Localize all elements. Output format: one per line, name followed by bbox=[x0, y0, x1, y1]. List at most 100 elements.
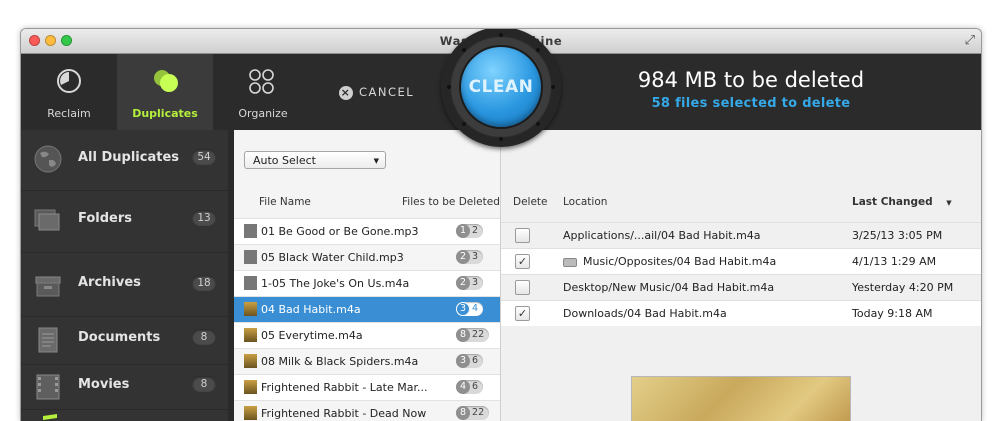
delete-count-badge: 8 22 bbox=[456, 406, 490, 420]
sidebar-item-all-duplicates[interactable]: All Duplicates 54 bbox=[21, 130, 228, 191]
dropdown-arrow-icon: ▼ bbox=[373, 157, 379, 165]
file-row[interactable]: 04 Bad Habit.m4a 3 4 bbox=[234, 296, 500, 322]
location-row[interactable]: Desktop/New Music/04 Bad Habit.m4a Yester… bbox=[501, 274, 981, 300]
album-art-icon bbox=[244, 380, 257, 394]
delete-count: 8 bbox=[456, 328, 471, 342]
count-badge: 54 bbox=[192, 149, 216, 165]
tab-reclaim[interactable]: Reclaim bbox=[21, 54, 117, 130]
file-list: 01 Be Good or Be Gone.mp3 1 2 05 Black Wate… bbox=[234, 218, 500, 421]
location-pane: Delete Location Last Changed ▼ Applicati… bbox=[501, 130, 981, 421]
file-row[interactable]: 01 Be Good or Be Gone.mp3 1 2 bbox=[234, 218, 500, 244]
delete-count-badge: 46 bbox=[456, 380, 484, 394]
location-row[interactable]: Applications/...ail/04 Bad Habit.m4a 3/25… bbox=[501, 222, 981, 248]
folders-icon bbox=[34, 209, 60, 231]
sort-descending-icon: ▼ bbox=[946, 199, 952, 207]
last-changed-label: Last Changed bbox=[852, 196, 933, 208]
location-row[interactable]: ✓ Music/Opposites/04 Bad Habit.m4a 4/1/13 … bbox=[501, 248, 981, 274]
sidebar-item-label: Documents bbox=[78, 330, 161, 345]
file-row[interactable]: 08 Milk & Black Spiders.m4a 3 6 bbox=[234, 348, 500, 374]
auto-select-dropdown[interactable]: Auto Select ▼ bbox=[244, 151, 386, 169]
sidebar-item-music[interactable] bbox=[21, 410, 228, 421]
column-header-files-to-delete[interactable]: Files to be Deleted bbox=[402, 196, 500, 208]
location-path: Desktop/New Music/04 Bad Habit.m4a bbox=[563, 281, 775, 294]
last-changed-date: 4/1/13 1:29 AM bbox=[852, 255, 937, 268]
file-name: 04 Bad Habit.m4a bbox=[261, 303, 361, 316]
file-name: 05 Black Water Child.mp3 bbox=[261, 251, 404, 264]
file-name: 05 Everytime.m4a bbox=[261, 329, 363, 342]
file-list-pane: Auto Select ▼ File Name Files to be Dele… bbox=[234, 130, 500, 421]
location-path: Downloads/04 Bad Habit.m4a bbox=[563, 307, 727, 320]
sidebar-item-label: Movies bbox=[78, 377, 130, 392]
music-file-icon bbox=[244, 276, 257, 290]
delete-count-badge: 12 bbox=[456, 224, 484, 238]
delete-checkbox[interactable]: ✓ bbox=[515, 306, 530, 321]
file-name: Frightened Rabbit - Dead Now bbox=[261, 407, 427, 420]
tab-duplicates-label: Duplicates bbox=[132, 107, 198, 120]
delete-count: 2 bbox=[456, 250, 471, 264]
archive-icon bbox=[35, 276, 61, 297]
tab-organize-label: Organize bbox=[238, 107, 288, 120]
album-art-icon bbox=[244, 302, 257, 316]
globe-icon bbox=[34, 145, 62, 173]
tab-reclaim-label: Reclaim bbox=[47, 107, 91, 120]
total-count: 4 bbox=[472, 303, 479, 314]
location-cell: Music/Opposites/04 Bad Habit.m4a bbox=[563, 255, 776, 268]
clean-button[interactable]: CLEAN bbox=[461, 47, 541, 127]
count-badge: 8 bbox=[192, 329, 216, 345]
sidebar-item-movies[interactable]: Movies 8 bbox=[21, 365, 228, 410]
location-path: Applications/...ail/04 Bad Habit.m4a bbox=[563, 229, 761, 242]
location-path: Music/Opposites/04 Bad Habit.m4a bbox=[583, 255, 777, 268]
file-preview-image bbox=[631, 376, 851, 421]
delete-count-badge: 36 bbox=[456, 354, 484, 368]
delete-count: 4 bbox=[456, 380, 471, 394]
column-header-location[interactable]: Location bbox=[563, 196, 607, 208]
document-icon bbox=[38, 327, 58, 353]
file-row[interactable]: 1-05 The Joke's On Us.m4a 2 3 bbox=[234, 270, 500, 296]
sidebar-item-label: All Duplicates bbox=[78, 150, 180, 165]
delete-count: 1 bbox=[456, 224, 471, 238]
total-count: 2 bbox=[472, 225, 479, 236]
delete-count-badge: 23 bbox=[456, 276, 484, 290]
column-header-delete[interactable]: Delete bbox=[513, 196, 548, 208]
count-badge: 8 bbox=[192, 376, 216, 392]
clean-button-bezel: CLEAN bbox=[441, 29, 561, 147]
location-row[interactable]: ✓ Downloads/04 Bad Habit.m4a Today 9:18 AM bbox=[501, 300, 981, 326]
cancel-icon: × bbox=[339, 85, 353, 100]
count-badge: 13 bbox=[192, 210, 216, 226]
tab-duplicates[interactable]: Duplicates bbox=[117, 54, 213, 130]
delete-count-badge: 8 22 bbox=[456, 328, 490, 342]
sidebar-item-archives[interactable]: Archives 18 bbox=[21, 253, 228, 317]
duplicates-icon bbox=[154, 70, 178, 92]
file-name: 01 Be Good or Be Gone.mp3 bbox=[261, 225, 419, 238]
delete-count: 3 bbox=[456, 354, 471, 368]
sidebar-item-documents[interactable]: Documents 8 bbox=[21, 317, 228, 365]
column-header-last-changed[interactable]: Last Changed ▼ bbox=[852, 196, 952, 208]
delete-checkbox[interactable] bbox=[515, 280, 530, 295]
delete-count: 2 bbox=[456, 276, 471, 290]
sidebar-item-folders[interactable]: Folders 13 bbox=[21, 191, 228, 253]
delete-checkbox[interactable]: ✓ bbox=[515, 254, 530, 269]
auto-select-value: Auto Select bbox=[253, 154, 316, 167]
delete-count: 3 bbox=[456, 302, 471, 316]
delete-count: 8 bbox=[456, 406, 471, 420]
fullscreen-icon[interactable]: ⤢ bbox=[965, 33, 975, 48]
file-row[interactable]: Frightened Rabbit - Late Mar... 4 6 bbox=[234, 374, 500, 400]
sidebar-item-label: Archives bbox=[78, 275, 141, 290]
cancel-button[interactable]: × CANCEL bbox=[339, 85, 414, 100]
file-row[interactable]: 05 Everytime.m4a 8 22 bbox=[234, 322, 500, 348]
total-count: 6 bbox=[472, 355, 479, 366]
reclaim-icon bbox=[57, 69, 81, 93]
summary-size: 984 MB to be deleted bbox=[637, 68, 865, 92]
column-header-file-name[interactable]: File Name bbox=[259, 196, 311, 208]
tab-organize[interactable]: Organize bbox=[213, 54, 313, 130]
delete-checkbox[interactable] bbox=[515, 228, 530, 243]
file-name: 1-05 The Joke's On Us.m4a bbox=[261, 277, 410, 290]
drive-icon bbox=[563, 257, 577, 267]
album-art-icon bbox=[244, 406, 257, 420]
total-count: 6 bbox=[472, 381, 479, 392]
total-count: 3 bbox=[472, 277, 479, 288]
last-changed-date: 3/25/13 3:05 PM bbox=[852, 229, 943, 242]
file-name: 08 Milk & Black Spiders.m4a bbox=[261, 355, 419, 368]
file-row[interactable]: 05 Black Water Child.mp3 2 3 bbox=[234, 244, 500, 270]
file-row[interactable]: Frightened Rabbit - Dead Now 8 22 bbox=[234, 400, 500, 421]
